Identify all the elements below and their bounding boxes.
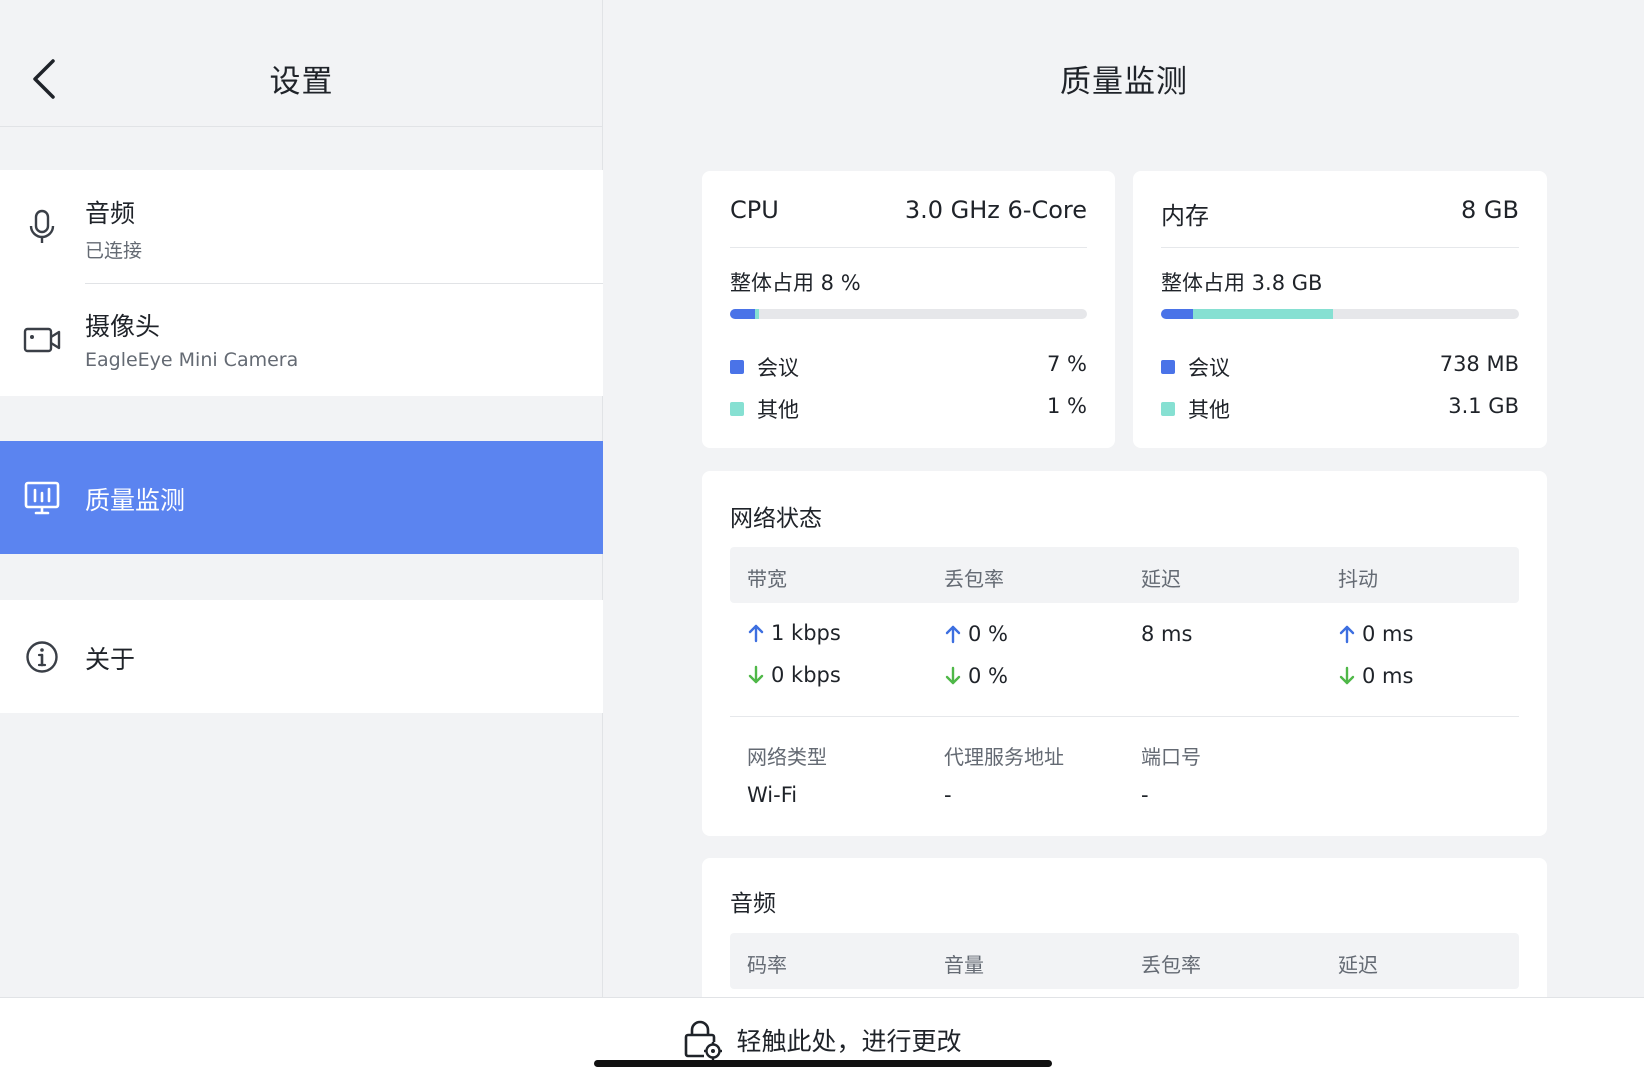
sidebar-item-camera[interactable]: 摄像头 EagleEye Mini Camera [0, 283, 603, 396]
legend-name: 其他 [1188, 398, 1230, 422]
arrow-up-icon [748, 624, 764, 643]
bandwidth-down-value: 0 kbps [771, 663, 841, 687]
proxy-label: 代理服务地址 [944, 745, 1064, 769]
arrow-down-icon [748, 665, 764, 684]
cpu-usage: 整体占用 8 % [730, 271, 861, 295]
legend-name: 会议 [757, 356, 799, 380]
audio-table-header: 码率 音量 丢包率 延迟 [730, 933, 1519, 989]
sidebar-item-label: 质量监测 [85, 486, 186, 515]
memory-usage: 整体占用 3.8 GB [1161, 271, 1323, 295]
sidebar-item-about[interactable]: 关于 [0, 600, 603, 713]
legend-value: 7 % [1047, 352, 1087, 376]
sidebar-title: 设置 [269, 64, 334, 100]
legend-value: 3.1 GB [1448, 394, 1519, 418]
legend-value: 1 % [1047, 394, 1087, 418]
legend-swatch [1161, 402, 1175, 416]
latency-value: 8 ms [1141, 622, 1193, 646]
memory-legend-meeting: 会议 738 MB [1161, 352, 1519, 382]
network-type-label: 网络类型 [747, 745, 827, 769]
network-type-value: Wi-Fi [747, 783, 798, 807]
settings-sidebar: 设置 音频 已连接 摄像头 EagleEye Mini Camera 质量监测 … [0, 0, 603, 997]
proxy-value: - [944, 783, 952, 807]
cpu-usage-bar [730, 309, 1087, 319]
divider [730, 247, 1087, 248]
cpu-label: CPU [730, 196, 779, 224]
cpu-card: CPU 3.0 GHz 6-Core 整体占用 8 % 会议 7 % 其他 1 … [702, 171, 1115, 448]
cpu-legend-other: 其他 1 % [730, 394, 1087, 424]
legend-swatch [1161, 360, 1175, 374]
loss-up: 0 % [944, 622, 1008, 646]
memory-usage-bar [1161, 309, 1519, 319]
bottom-bar: 轻触此处，进行更改 [0, 997, 1644, 1080]
sidebar-item-audio[interactable]: 音频 已连接 [0, 170, 603, 283]
about-group: 关于 [0, 600, 603, 713]
arrow-up-icon [1339, 625, 1355, 644]
monitor-chart-icon [22, 478, 62, 518]
unlock-settings-button[interactable]: 轻触此处，进行更改 [0, 1020, 1644, 1060]
arrow-down-icon [945, 666, 961, 685]
port-label: 端口号 [1141, 745, 1201, 769]
lock-hint-text: 轻触此处，进行更改 [736, 1027, 962, 1056]
memory-bar-other-segment [1193, 309, 1333, 319]
sidebar-item-quality-monitor[interactable]: 质量监测 [0, 441, 603, 554]
audio-title: 音频 [730, 891, 776, 917]
cpu-legend-meeting: 会议 7 % [730, 352, 1087, 382]
column-header: 延迟 [1141, 567, 1181, 591]
microphone-icon [22, 207, 62, 247]
legend-swatch [730, 402, 744, 416]
loss-down-value: 0 % [968, 664, 1008, 688]
jitter-down: 0 ms [1338, 664, 1413, 688]
bandwidth-up-value: 1 kbps [771, 621, 841, 645]
arrow-down-icon [1339, 666, 1355, 685]
legend-swatch [730, 360, 744, 374]
network-title: 网络状态 [730, 506, 822, 532]
network-card: 网络状态 带宽 丢包率 延迟 抖动 1 kbps 0 kbps 0 % 0 % … [702, 471, 1547, 836]
camera-icon [22, 320, 62, 360]
jitter-up: 0 ms [1338, 622, 1413, 646]
bandwidth-down: 0 kbps [747, 663, 841, 687]
divider [730, 716, 1519, 717]
memory-label: 内存 [1161, 202, 1209, 230]
network-table-header: 带宽 丢包率 延迟 抖动 [730, 547, 1519, 603]
monitor-group: 质量监测 [0, 441, 603, 554]
memory-card: 内存 8 GB 整体占用 3.8 GB 会议 738 MB 其他 3.1 GB [1133, 171, 1547, 448]
loss-up-value: 0 % [968, 622, 1008, 646]
cpu-spec: 3.0 GHz 6-Core [904, 196, 1087, 224]
device-group: 音频 已连接 摄像头 EagleEye Mini Camera [0, 170, 603, 396]
sidebar-item-sublabel: EagleEye Mini Camera [85, 349, 299, 371]
jitter-down-value: 0 ms [1362, 664, 1414, 688]
legend-name: 其他 [757, 398, 799, 422]
lock-gear-icon [685, 1020, 723, 1060]
audio-card: 音频 码率 音量 丢包率 延迟 [702, 858, 1547, 997]
column-header: 码率 [747, 953, 787, 977]
bandwidth-up: 1 kbps [747, 621, 841, 645]
sidebar-item-sublabel: 已连接 [85, 240, 143, 262]
column-header: 带宽 [747, 567, 787, 591]
port-value: - [1141, 783, 1149, 807]
sidebar-header: 设置 [0, 0, 603, 127]
column-header: 抖动 [1338, 567, 1378, 591]
column-header: 丢包率 [944, 567, 1004, 591]
arrow-up-icon [945, 625, 961, 644]
info-icon [22, 637, 62, 677]
memory-legend-other: 其他 3.1 GB [1161, 394, 1519, 424]
column-header: 音量 [944, 953, 984, 977]
home-indicator [594, 1060, 1052, 1067]
memory-spec: 8 GB [1461, 196, 1519, 224]
sidebar-item-label: 摄像头 [85, 312, 161, 341]
cpu-bar-meeting-segment [730, 309, 755, 319]
page-title: 质量监测 [1060, 64, 1188, 100]
column-header: 延迟 [1338, 953, 1378, 977]
memory-bar-meeting-segment [1161, 309, 1194, 319]
cpu-bar-other-segment [754, 309, 759, 319]
sidebar-item-label: 音频 [85, 199, 136, 228]
divider [1161, 247, 1519, 248]
sidebar-item-label: 关于 [85, 645, 136, 674]
jitter-up-value: 0 ms [1362, 622, 1414, 646]
legend-value: 738 MB [1439, 352, 1519, 376]
loss-down: 0 % [944, 664, 1008, 688]
column-header: 丢包率 [1141, 953, 1201, 977]
legend-name: 会议 [1188, 356, 1230, 380]
